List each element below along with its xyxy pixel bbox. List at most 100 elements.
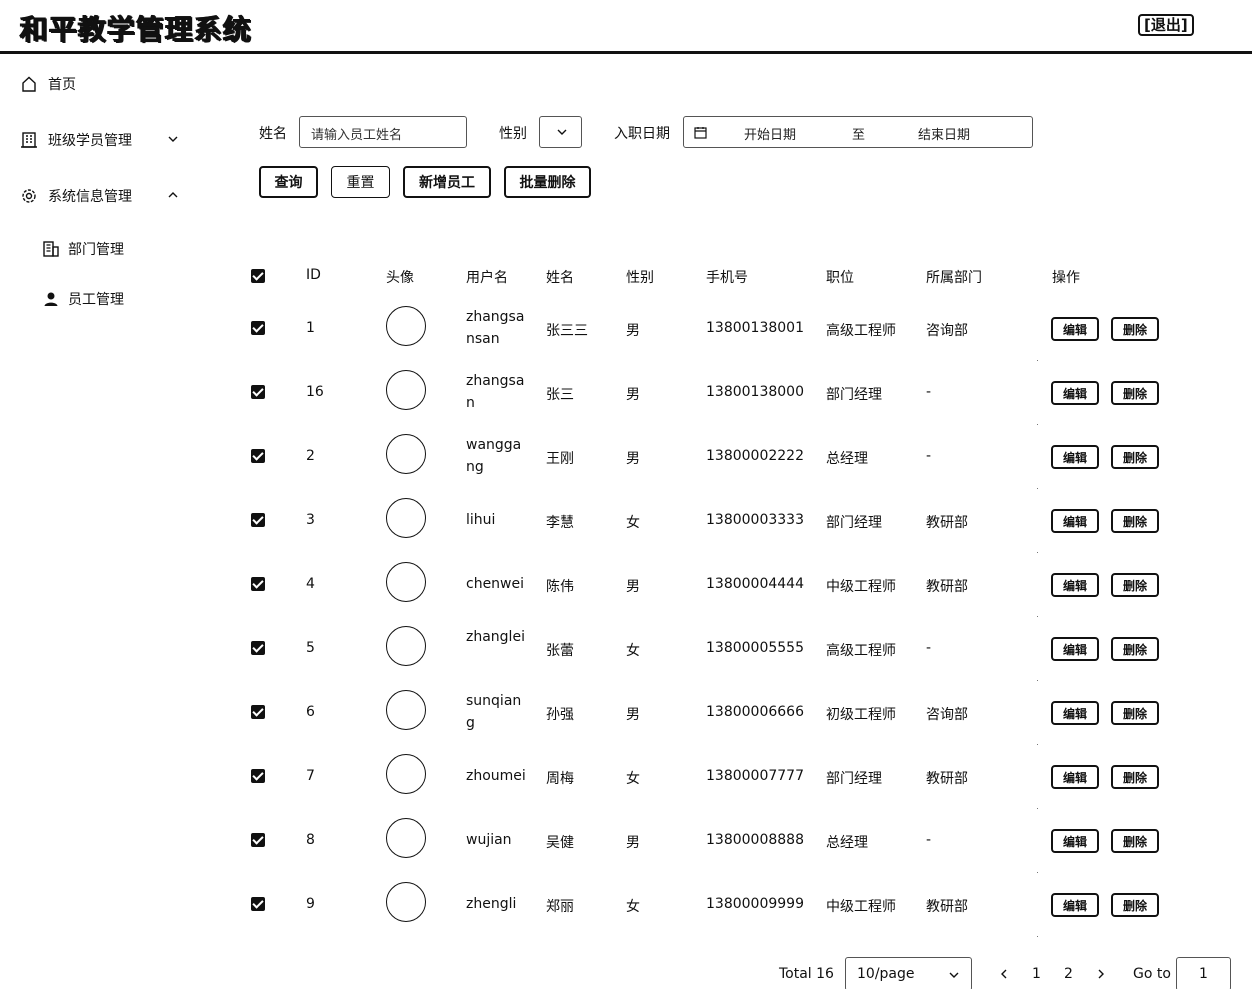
start-date-placeholder: 开始日期 xyxy=(744,128,797,143)
cell-username: wanggang xyxy=(466,437,522,475)
page-2-button[interactable]: 2 xyxy=(1064,966,1073,982)
gender-select[interactable] xyxy=(539,116,582,148)
row-checkbox[interactable] xyxy=(251,577,265,591)
edit-button[interactable]: 编辑 xyxy=(1051,317,1099,341)
row-checkbox[interactable] xyxy=(251,705,265,719)
edit-button[interactable]: 编辑 xyxy=(1051,765,1099,789)
cell-department: - xyxy=(926,384,932,400)
edit-button[interactable]: 编辑 xyxy=(1051,509,1099,533)
row-checkbox[interactable] xyxy=(251,897,265,911)
hire-date-label: 入职日期 xyxy=(614,126,670,142)
edit-button[interactable]: 编辑 xyxy=(1051,829,1099,853)
goto-label: Go to xyxy=(1133,966,1171,982)
cell-id: 9 xyxy=(306,896,315,912)
cell-position: 总经理 xyxy=(826,451,868,467)
column-header-department: 所属部门 xyxy=(926,270,982,286)
chevron-left-icon[interactable] xyxy=(998,968,1010,980)
avatar xyxy=(386,370,426,410)
cell-gender: 女 xyxy=(626,643,640,659)
sidebar-item-class-mgmt[interactable]: 班级学员管理 xyxy=(20,128,185,152)
office-building-icon xyxy=(43,241,59,257)
row-divider xyxy=(1037,808,1038,809)
sidebar-item-dept-mgmt[interactable]: 部门管理 xyxy=(42,237,124,261)
cell-phone: 13800007777 xyxy=(706,768,804,784)
avatar xyxy=(386,754,426,794)
delete-button[interactable]: 删除 xyxy=(1111,765,1159,789)
cell-position: 高级工程师 xyxy=(826,323,896,339)
page-1-button[interactable]: 1 xyxy=(1032,966,1041,982)
date-range-picker[interactable]: 开始日期 至 结束日期 xyxy=(683,116,1033,148)
cell-position: 部门经理 xyxy=(826,515,882,531)
gender-filter-label: 性别 xyxy=(499,126,527,142)
delete-button[interactable]: 删除 xyxy=(1111,445,1159,469)
cell-phone: 13800138000 xyxy=(706,384,804,400)
cell-name: 吴健 xyxy=(546,835,574,851)
edit-button[interactable]: 编辑 xyxy=(1051,637,1099,661)
column-header-actions: 操作 xyxy=(1052,270,1080,286)
column-header-phone: 手机号 xyxy=(706,270,748,286)
cell-name: 孙强 xyxy=(546,707,574,723)
chevron-right-icon[interactable] xyxy=(1095,968,1107,980)
cell-username: zhengli xyxy=(466,896,517,912)
cell-gender: 女 xyxy=(626,515,640,531)
cell-username: sunqiang xyxy=(466,693,522,731)
edit-button[interactable]: 编辑 xyxy=(1051,573,1099,597)
cell-name: 张蕾 xyxy=(546,643,574,659)
column-header-username: 用户名 xyxy=(466,270,508,286)
cell-username: zhangsansan xyxy=(466,309,525,347)
row-checkbox[interactable] xyxy=(251,321,265,335)
delete-button[interactable]: 删除 xyxy=(1111,893,1159,917)
row-divider xyxy=(1037,680,1038,681)
delete-button[interactable]: 删除 xyxy=(1111,637,1159,661)
cell-name: 张三三 xyxy=(546,323,588,339)
cell-username: wujian xyxy=(466,832,512,848)
sidebar-item-label: 部门管理 xyxy=(68,242,124,258)
delete-button[interactable]: 删除 xyxy=(1111,573,1159,597)
row-divider xyxy=(1037,936,1038,937)
cell-gender: 男 xyxy=(626,835,640,851)
cell-position: 部门经理 xyxy=(826,387,882,403)
row-divider xyxy=(1037,552,1038,553)
sidebar-item-home[interactable]: 首页 xyxy=(20,72,76,96)
select-all-checkbox[interactable] xyxy=(251,269,265,283)
goto-page-input[interactable]: 1 xyxy=(1176,957,1231,989)
delete-button[interactable]: 删除 xyxy=(1111,701,1159,725)
reset-button[interactable]: 重置 xyxy=(331,166,390,198)
edit-button[interactable]: 编辑 xyxy=(1051,893,1099,917)
row-checkbox[interactable] xyxy=(251,513,265,527)
delete-button[interactable]: 删除 xyxy=(1111,381,1159,405)
sidebar-item-emp-mgmt[interactable]: 员工管理 xyxy=(42,287,124,311)
query-button[interactable]: 查询 xyxy=(259,166,318,198)
sidebar-item-system-mgmt[interactable]: 系统信息管理 xyxy=(20,184,185,208)
delete-button[interactable]: 删除 xyxy=(1111,509,1159,533)
row-checkbox[interactable] xyxy=(251,769,265,783)
edit-button[interactable]: 编辑 xyxy=(1051,445,1099,469)
row-checkbox[interactable] xyxy=(251,833,265,847)
row-checkbox[interactable] xyxy=(251,449,265,463)
delete-button[interactable]: 删除 xyxy=(1111,829,1159,853)
cell-gender: 男 xyxy=(626,579,640,595)
edit-button[interactable]: 编辑 xyxy=(1051,701,1099,725)
add-employee-button[interactable]: 新增员工 xyxy=(403,166,491,198)
delete-button[interactable]: 删除 xyxy=(1111,317,1159,341)
edit-button[interactable]: 编辑 xyxy=(1051,381,1099,405)
cell-username: zhanglei xyxy=(466,629,525,645)
column-header-id: ID xyxy=(306,267,321,283)
app-header: 和平教学管理系统 [退出] xyxy=(0,0,1252,54)
cell-id: 4 xyxy=(306,576,315,592)
name-input[interactable]: 请输入员工姓名 xyxy=(299,116,467,148)
chevron-down-icon xyxy=(949,972,959,978)
page-size-select[interactable]: 10/page xyxy=(845,957,972,989)
row-checkbox[interactable] xyxy=(251,385,265,399)
column-header-gender: 性别 xyxy=(626,270,654,286)
batch-delete-button[interactable]: 批量删除 xyxy=(504,166,591,198)
logout-button[interactable]: [退出] xyxy=(1138,14,1194,36)
row-checkbox[interactable] xyxy=(251,641,265,655)
name-input-placeholder: 请输入员工姓名 xyxy=(311,128,403,143)
cell-position: 中级工程师 xyxy=(826,899,896,915)
calendar-icon xyxy=(694,127,707,139)
cell-username: lihui xyxy=(466,512,496,528)
app-title: 和平教学管理系统 xyxy=(20,13,253,46)
cell-department: - xyxy=(926,832,932,848)
home-icon xyxy=(22,76,36,92)
